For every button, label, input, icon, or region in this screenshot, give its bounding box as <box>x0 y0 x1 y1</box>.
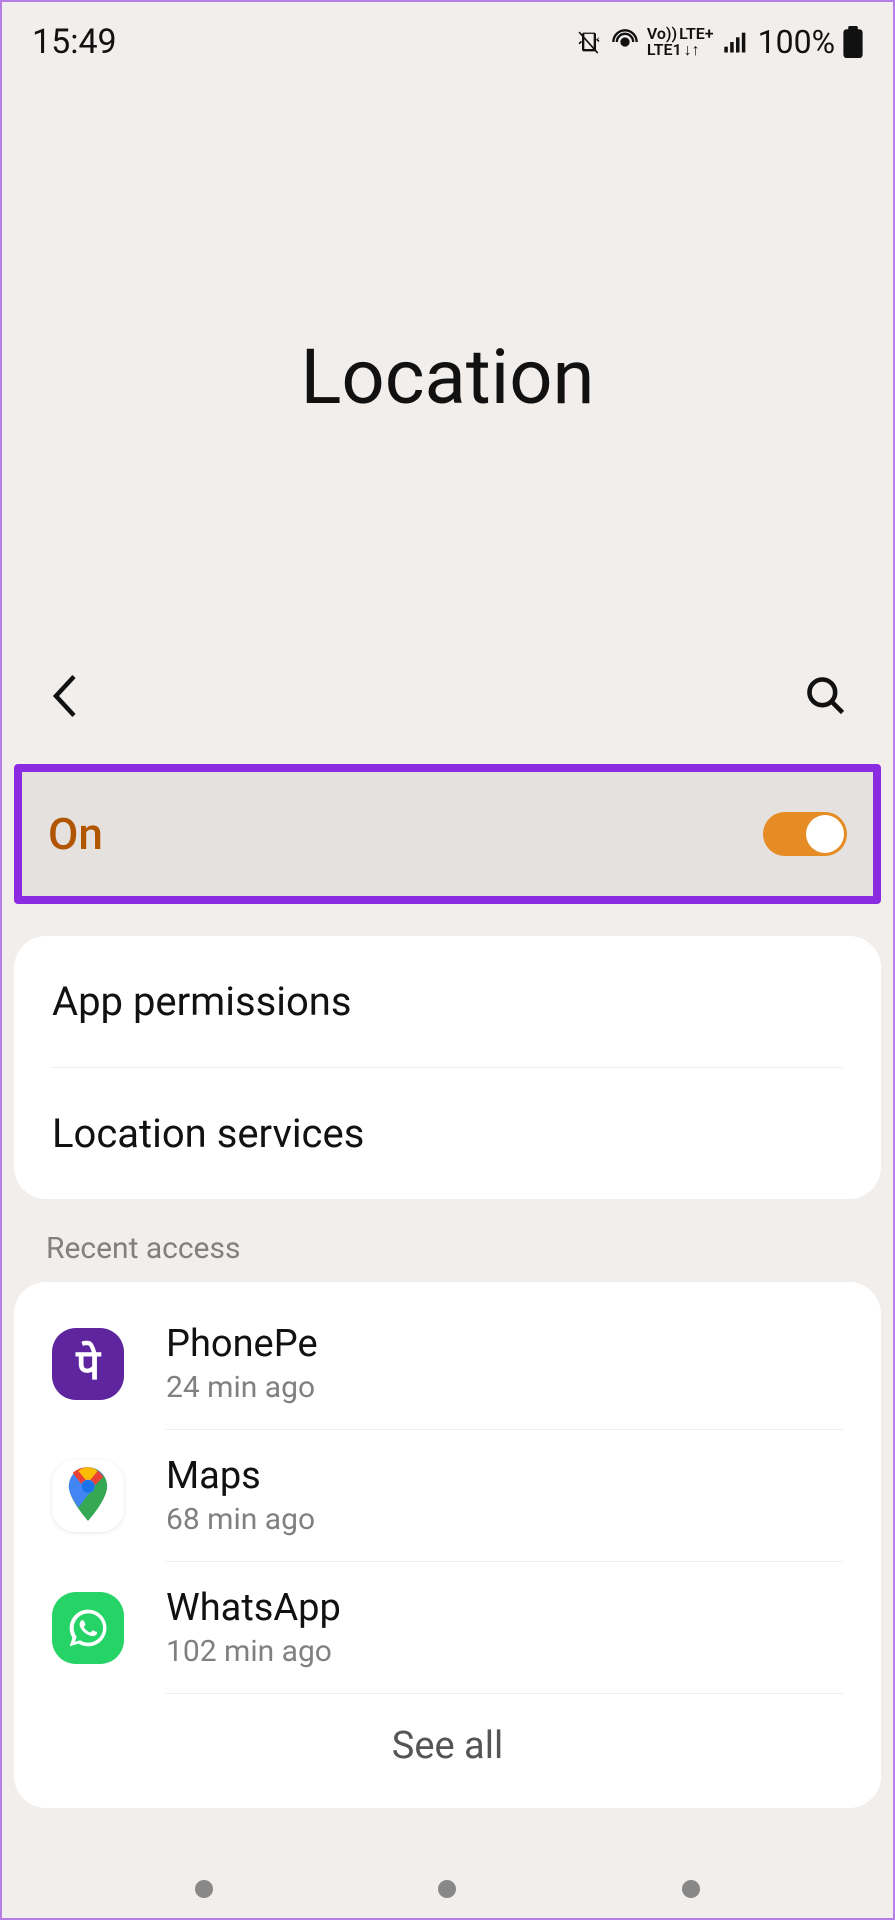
phonepe-app-icon: पे <box>52 1328 124 1400</box>
see-all-button[interactable]: See all <box>14 1694 881 1808</box>
page-title: Location <box>2 332 893 422</box>
app-info: WhatsApp 102 min ago <box>166 1586 843 1669</box>
vibrate-icon <box>575 28 603 56</box>
app-name: WhatsApp <box>166 1586 843 1630</box>
hotspot-icon <box>611 28 639 56</box>
app-name: PhonePe <box>166 1322 843 1366</box>
recent-card: पे PhonePe 24 min ago Maps 68 min ago Wh… <box>14 1282 881 1808</box>
app-time: 24 min ago <box>166 1370 843 1405</box>
battery-percent: 100% <box>758 23 835 61</box>
signal-icon <box>722 28 750 56</box>
toggle-switch[interactable] <box>763 812 847 856</box>
nav-back[interactable] <box>682 1880 700 1898</box>
nav-recents[interactable] <box>195 1880 213 1898</box>
app-permissions-item[interactable]: App permissions <box>14 936 881 1067</box>
maps-app-icon <box>52 1460 124 1532</box>
recent-access-header: Recent access <box>46 1231 893 1266</box>
search-button[interactable] <box>804 674 848 722</box>
app-info: Maps 68 min ago <box>166 1454 843 1537</box>
toggle-knob <box>806 815 844 853</box>
nav-home[interactable] <box>438 1880 456 1898</box>
settings-card: App permissions Location services <box>14 936 881 1199</box>
app-row-phonepe[interactable]: पे PhonePe 24 min ago <box>14 1298 881 1429</box>
app-time: 102 min ago <box>166 1634 843 1669</box>
nav-bar <box>2 1880 893 1898</box>
app-time: 68 min ago <box>166 1502 843 1537</box>
app-row-maps[interactable]: Maps 68 min ago <box>14 1430 881 1561</box>
status-bar: 15:49 Vo)) LTE+ LTE1 ↓↑ 100% <box>2 2 893 82</box>
app-info: PhonePe 24 min ago <box>166 1322 843 1405</box>
toggle-label: On <box>48 808 103 860</box>
status-right: Vo)) LTE+ LTE1 ↓↑ 100% <box>575 23 863 61</box>
app-row-whatsapp[interactable]: WhatsApp 102 min ago <box>14 1562 881 1693</box>
battery-icon <box>843 26 863 58</box>
location-toggle-row[interactable]: On <box>14 764 881 904</box>
lte-indicator: Vo)) LTE+ LTE1 ↓↑ <box>647 26 714 58</box>
back-button[interactable] <box>47 672 83 724</box>
whatsapp-app-icon <box>52 1592 124 1664</box>
toolbar <box>2 672 893 724</box>
location-services-item[interactable]: Location services <box>14 1068 881 1199</box>
status-time: 15:49 <box>32 22 117 62</box>
app-name: Maps <box>166 1454 843 1498</box>
